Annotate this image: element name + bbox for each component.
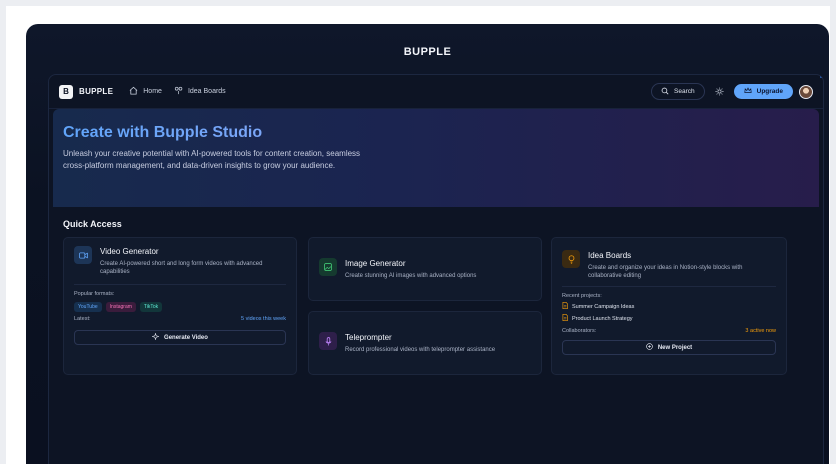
new-project-button[interactable]: New Project xyxy=(562,340,776,355)
generate-video-button[interactable]: Generate Video xyxy=(74,330,286,345)
microphone-icon xyxy=(319,332,337,350)
app-window: BUPPLE B BUPPLE Home Idea Boards Search … xyxy=(26,24,829,464)
upgrade-label: Upgrade xyxy=(756,88,783,95)
image-icon xyxy=(319,258,337,276)
nav-home[interactable]: Home xyxy=(129,86,162,97)
user-avatar[interactable] xyxy=(799,84,813,99)
idea-card-description: Create and organize your ideas in Notion… xyxy=(588,265,743,279)
image-card-header: Image Generator Create stunning AI image… xyxy=(319,258,531,280)
nav-idea-boards[interactable]: Idea Boards xyxy=(174,86,226,97)
latest-value: 5 videos this week xyxy=(241,316,286,322)
image-generator-card[interactable]: Image Generator Create stunning AI image… xyxy=(308,237,542,301)
format-tags: YouTube Instagram TikTok xyxy=(74,302,286,312)
image-card-description: Create stunning AI images with advanced … xyxy=(345,273,477,279)
sparkle-icon xyxy=(151,332,160,342)
project-name: Summer Campaign Ideas xyxy=(572,303,635,310)
document-icon xyxy=(562,302,568,311)
teleprompter-card-text: Teleprompter Record professional videos … xyxy=(345,332,495,354)
idea-card-text: Idea Boards Create and organize your ide… xyxy=(588,250,776,280)
tag-tiktok[interactable]: TikTok xyxy=(139,302,163,312)
video-icon xyxy=(74,246,92,264)
idea-boards-card[interactable]: Idea Boards Create and organize your ide… xyxy=(551,237,787,375)
latest-row: Latest: 5 videos this week xyxy=(74,316,286,322)
search-label: Search xyxy=(674,88,695,95)
crown-icon xyxy=(744,87,752,96)
home-icon xyxy=(129,86,138,97)
collaborators-label: Collaborators: xyxy=(562,328,597,334)
nav-home-label: Home xyxy=(143,88,162,95)
teleprompter-card-title: Teleprompter xyxy=(345,333,392,342)
project-item[interactable]: Summer Campaign Ideas xyxy=(562,302,776,311)
lightbulb-icon xyxy=(562,250,580,268)
top-nav: B BUPPLE Home Idea Boards Search Upgrade xyxy=(49,75,823,109)
window-title: BUPPLE xyxy=(403,46,452,58)
quick-access-section: Quick Access Video Generator Create AI-p… xyxy=(49,207,823,387)
recent-projects-label: Recent projects: xyxy=(562,293,602,299)
idea-boards-icon xyxy=(174,86,183,97)
teleprompter-card-description: Record professional videos with teleprom… xyxy=(345,347,496,353)
logo[interactable]: B xyxy=(59,84,73,99)
brand-name[interactable]: BUPPLE xyxy=(79,87,113,96)
idea-card-title: Idea Boards xyxy=(588,251,632,260)
idea-card-header: Idea Boards Create and organize your ide… xyxy=(562,250,776,280)
image-card-text: Image Generator Create stunning AI image… xyxy=(345,258,476,280)
document-icon xyxy=(562,314,568,323)
plus-circle-icon xyxy=(646,343,653,352)
tag-instagram[interactable]: Instagram xyxy=(105,302,136,312)
nav-idea-boards-label: Idea Boards xyxy=(187,88,226,95)
window-frame: BUPPLE B BUPPLE Home Idea Boards Search … xyxy=(6,6,830,464)
teleprompter-card-header: Teleprompter Record professional videos … xyxy=(319,332,531,354)
hero-description: Unleash your creative potential with AI-… xyxy=(63,149,361,170)
hero-title: Create with Bupple Studio xyxy=(63,124,809,142)
theme-toggle-sun-icon[interactable] xyxy=(715,87,724,96)
tag-youtube[interactable]: YouTube xyxy=(74,302,102,312)
divider xyxy=(562,286,776,287)
indicator-dot xyxy=(820,75,823,78)
video-card-description: Create AI-powered short and long form vi… xyxy=(100,261,263,275)
app-frame: B BUPPLE Home Idea Boards Search Upgrade… xyxy=(48,74,824,464)
project-item[interactable]: Product Launch Strategy xyxy=(562,314,776,323)
collaborators-value: 3 active now xyxy=(745,328,776,334)
formats-label: Popular formats: xyxy=(74,291,115,297)
quick-access-title: Quick Access xyxy=(63,219,122,229)
generate-video-label: Generate Video xyxy=(164,334,208,341)
image-card-title: Image Generator xyxy=(345,259,406,268)
quick-access-grid: Video Generator Create AI-powered short … xyxy=(63,237,809,387)
project-name: Product Launch Strategy xyxy=(572,315,633,322)
collaborators-row: Collaborators: 3 active now xyxy=(562,328,776,334)
search-button[interactable]: Search xyxy=(651,83,705,100)
upgrade-button[interactable]: Upgrade xyxy=(733,84,793,99)
hero-banner: Create with Bupple Studio Unleash your c… xyxy=(53,109,819,207)
search-icon xyxy=(661,87,669,97)
video-generator-card[interactable]: Video Generator Create AI-powered short … xyxy=(63,237,297,375)
latest-label: Latest: xyxy=(74,316,91,322)
video-card-text: Video Generator Create AI-powered short … xyxy=(100,246,286,276)
video-card-header: Video Generator Create AI-powered short … xyxy=(74,246,286,276)
divider xyxy=(74,284,286,285)
video-card-title: Video Generator xyxy=(100,247,159,256)
teleprompter-card[interactable]: Teleprompter Record professional videos … xyxy=(308,311,542,375)
new-project-label: New Project xyxy=(657,344,693,351)
